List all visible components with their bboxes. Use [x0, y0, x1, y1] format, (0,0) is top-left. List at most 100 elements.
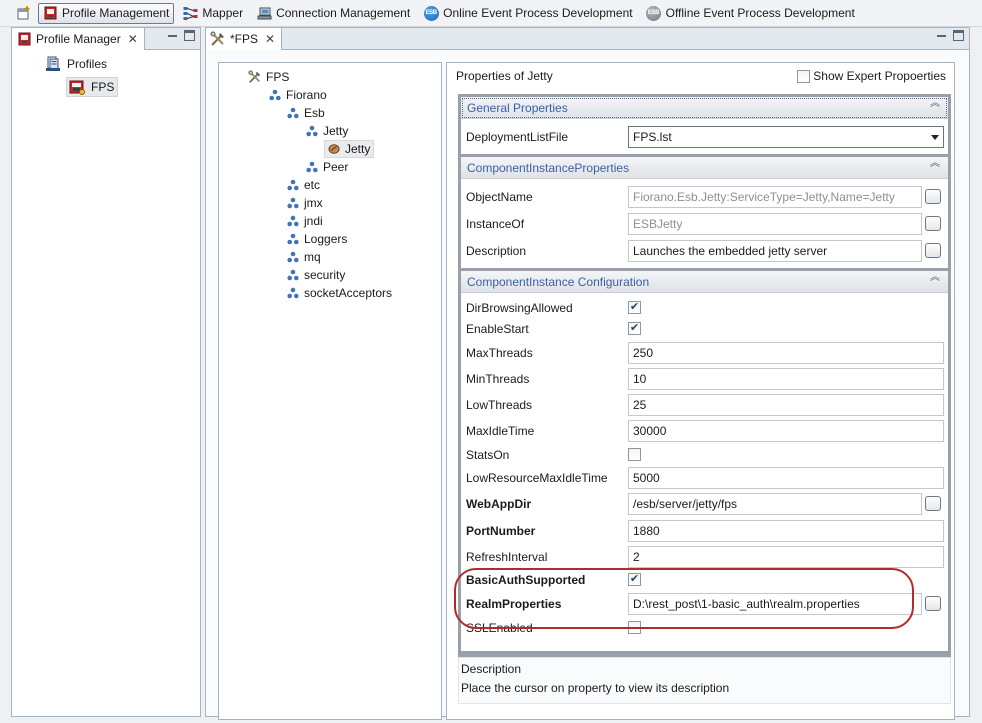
show-expert-checkbox[interactable]: [797, 69, 811, 83]
tree-item-profiles[interactable]: Profiles: [45, 56, 107, 72]
collapse-chevron-icon[interactable]: ︽: [930, 99, 940, 109]
objectname-value[interactable]: Fiorano.Esb.Jetty:ServiceType=Jetty,Name…: [628, 186, 922, 208]
realmproperties-input[interactable]: D:\rest_post\1-basic_auth\realm.properti…: [628, 593, 922, 615]
edit-button[interactable]: [925, 216, 941, 231]
maximize-icon[interactable]: [184, 30, 195, 41]
tree-node-peer[interactable]: Peer: [305, 158, 348, 176]
tree-node-label: Peer: [323, 160, 349, 174]
close-icon[interactable]: ✕: [128, 32, 138, 46]
property-row-realmproperties: RealmProperties D:\rest_post\1-basic_aut…: [461, 591, 948, 617]
tree-node-jetty-component[interactable]: Jetty: [324, 140, 375, 158]
editor-tabbar: *FPS ✕: [206, 28, 969, 50]
minimize-icon[interactable]: [936, 30, 947, 41]
collapse-chevron-icon[interactable]: ︽: [930, 159, 940, 169]
property-row-portnumber: PortNumber 1880: [461, 518, 948, 544]
perspective-connection-management[interactable]: Connection Management: [252, 3, 415, 24]
maximize-icon[interactable]: [953, 30, 964, 41]
tree-node-esb[interactable]: Esb: [286, 104, 325, 122]
section-header[interactable]: ComponentInstanceProperties ︽: [461, 157, 948, 179]
minimize-icon[interactable]: [167, 30, 178, 41]
tree-item-fps-profile[interactable]: FPS: [66, 77, 119, 97]
tree-node-label: Loggers: [304, 232, 348, 246]
browse-button[interactable]: [925, 596, 941, 611]
portnumber-input[interactable]: 1880: [628, 520, 944, 542]
open-perspective-icon[interactable]: [16, 5, 32, 21]
lowthreads-input[interactable]: 25: [628, 394, 944, 416]
tree-item-label: Profiles: [67, 57, 108, 71]
browse-button[interactable]: [925, 496, 941, 511]
tree-node-socketacceptors[interactable]: socketAcceptors: [286, 284, 392, 302]
perspective-mapper[interactable]: Mapper: [178, 3, 248, 24]
sslenabled-checkbox[interactable]: [628, 621, 641, 634]
description-value[interactable]: Launches the embedded jetty server: [628, 240, 922, 262]
node-icon: [286, 106, 300, 120]
show-expert-label: Show Expert Propoerties: [813, 69, 946, 83]
property-label: StatsOn: [466, 448, 510, 462]
tree-node-fiorano[interactable]: Fiorano: [268, 86, 327, 104]
description-text: Place the cursor on property to view its…: [461, 681, 730, 695]
perspective-label: Mapper: [202, 6, 244, 20]
statson-checkbox[interactable]: [628, 448, 641, 461]
minthreads-input[interactable]: 10: [628, 368, 944, 390]
maxthreads-input[interactable]: 250: [628, 342, 944, 364]
properties-panel: Properties of Jetty Show Expert Propoert…: [446, 62, 955, 720]
basicauthsupported-checkbox[interactable]: ✔: [628, 573, 641, 586]
close-icon[interactable]: ✕: [265, 32, 275, 46]
description-panel: Description Place the cursor on property…: [458, 657, 951, 704]
webappdir-input[interactable]: /esb/server/jetty/fps: [628, 493, 922, 515]
tree-node-jndi[interactable]: jndi: [286, 212, 323, 230]
property-row-minthreads: MinThreads 10: [461, 366, 948, 392]
tree-node-label: Esb: [304, 106, 325, 120]
tree-node-loggers[interactable]: Loggers: [286, 230, 347, 248]
tree-node-fps[interactable]: FPS: [248, 68, 289, 86]
edit-button[interactable]: [925, 243, 941, 258]
node-icon: [286, 196, 300, 210]
node-icon: [305, 124, 319, 138]
tree-node-label: Jetty: [345, 142, 371, 156]
deploymentlistfile-select[interactable]: FPS.lst: [628, 126, 944, 148]
tab-profile-manager[interactable]: Profile Manager ✕: [12, 28, 145, 50]
property-row-lowthreads: LowThreads 25: [461, 392, 948, 418]
property-row-basicauthsupported: BasicAuthSupported ✔: [461, 567, 948, 593]
profile-management-icon: [42, 5, 58, 21]
enablestart-checkbox[interactable]: ✔: [628, 322, 641, 335]
tree-node-mq[interactable]: mq: [286, 248, 321, 266]
tree-node-jmx[interactable]: jmx: [286, 194, 323, 212]
esb-online-icon: ESB: [423, 5, 439, 21]
property-label: ObjectName: [466, 190, 533, 204]
property-label: LowThreads: [466, 398, 533, 412]
esb-offline-icon: ESB: [646, 5, 662, 21]
tree-node-etc[interactable]: etc: [286, 176, 320, 194]
tree-node-label: security: [304, 268, 346, 282]
property-row-description: Description Launches the embedded jetty …: [461, 238, 948, 264]
tree-node-jetty-group[interactable]: Jetty: [305, 122, 348, 140]
lowresourcemaxidletime-input[interactable]: 5000: [628, 467, 944, 489]
node-icon: [268, 88, 282, 102]
property-label: PortNumber: [466, 524, 536, 538]
connection-icon: [256, 5, 272, 21]
property-label: WebAppDir: [466, 497, 532, 511]
tree-node-security[interactable]: security: [286, 266, 345, 284]
perspective-label: Connection Management: [276, 6, 411, 20]
section-header[interactable]: ComponentInstance Configuration ︽: [461, 271, 948, 293]
property-label: BasicAuthSupported: [466, 573, 586, 587]
instanceof-value[interactable]: ESBJetty: [628, 213, 922, 235]
show-expert-properties[interactable]: Show Expert Propoerties: [797, 69, 946, 83]
tab-fps[interactable]: *FPS ✕: [206, 28, 283, 50]
perspective-online-event-process[interactable]: ESB Online Event Process Development: [419, 3, 637, 24]
dirbrowsingallowed-checkbox[interactable]: ✔: [628, 301, 641, 314]
maxidletime-input[interactable]: 30000: [628, 420, 944, 442]
perspective-offline-event-process[interactable]: ESB Offline Event Process Development: [642, 3, 860, 24]
edit-button[interactable]: [925, 189, 941, 204]
section-header[interactable]: General Properties ︽: [461, 97, 948, 119]
collapse-chevron-icon[interactable]: ︽: [930, 273, 940, 283]
property-row-maxidletime: MaxIdleTime 30000: [461, 418, 948, 444]
perspective-profile-management[interactable]: Profile Management: [38, 2, 175, 24]
node-icon: [286, 232, 300, 246]
tab-label: *FPS: [230, 32, 259, 46]
profile-manager-tabbar: Profile Manager ✕: [12, 28, 200, 50]
section-general-properties: General Properties ︽ DeploymentListFile …: [461, 97, 948, 154]
dropdown-arrow-icon[interactable]: [931, 135, 939, 140]
refreshinterval-input[interactable]: 2: [628, 546, 944, 568]
profiles-folder-icon: [45, 56, 61, 72]
